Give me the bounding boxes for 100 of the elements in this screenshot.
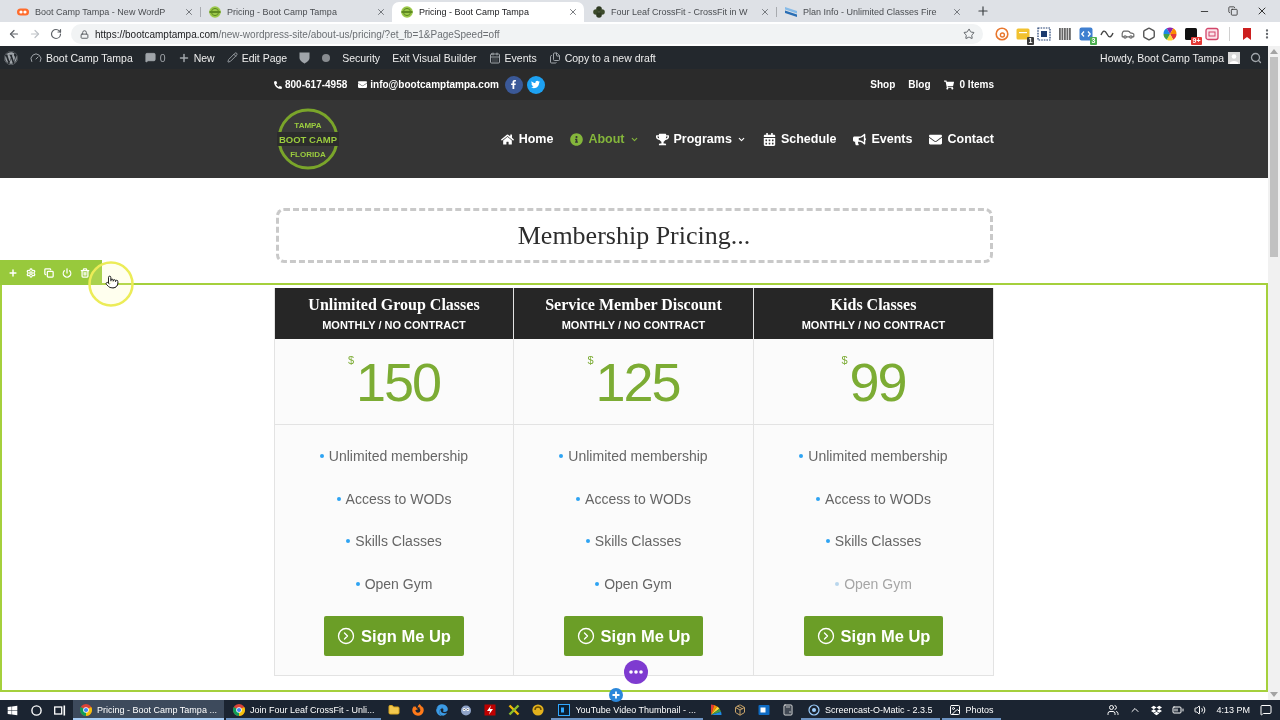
new-link[interactable]: New bbox=[177, 51, 215, 64]
nav-link[interactable]: Events bbox=[853, 132, 913, 146]
nav-link[interactable]: Contact bbox=[929, 132, 994, 146]
task-view-icon[interactable] bbox=[54, 704, 66, 716]
browser-tab[interactable]: Pricing - Boot Camp Tampa bbox=[200, 2, 392, 22]
email-link[interactable]: info@bootcamptampa.com bbox=[358, 79, 499, 90]
lightning-tile-icon[interactable] bbox=[484, 704, 497, 716]
header-link[interactable]: Shop bbox=[870, 79, 896, 90]
comment-icon bbox=[144, 52, 156, 63]
bullet-icon bbox=[835, 581, 840, 586]
bullet-icon bbox=[559, 454, 564, 459]
plan-title: Kids Classes bbox=[830, 295, 917, 315]
scrollbar[interactable] bbox=[1268, 46, 1280, 700]
taskbar-window[interactable]: Join Four Leaf CrossFit - Unli... bbox=[225, 700, 382, 720]
people-icon[interactable] bbox=[1107, 704, 1120, 716]
home-icon bbox=[500, 132, 514, 146]
megaphone-icon bbox=[853, 132, 867, 146]
page-heading: Membership Pricing... bbox=[517, 220, 751, 251]
color-wheel-icon[interactable] bbox=[1163, 27, 1177, 41]
clock-time[interactable]: 4:13 PM bbox=[1216, 705, 1250, 715]
package-icon[interactable] bbox=[734, 704, 747, 716]
notification-icon[interactable] bbox=[1260, 704, 1272, 716]
cross-icon[interactable] bbox=[508, 704, 521, 716]
address-field[interactable]: https://bootcamptampa.com/new-wordpress-site/about-us/pricing/?et_fb=1&PageSpeed=off bbox=[71, 24, 983, 44]
bookmark-icon[interactable] bbox=[1240, 27, 1254, 41]
hexagon-icon[interactable] bbox=[1142, 27, 1156, 41]
twitter-icon[interactable] bbox=[526, 75, 545, 94]
edit-page-link[interactable]: Edit Page bbox=[226, 51, 288, 64]
ring-icon[interactable] bbox=[995, 27, 1009, 41]
calculator-icon[interactable] bbox=[782, 704, 795, 716]
taskbar-window[interactable]: YouTube Video Thumbnail - ... bbox=[551, 700, 704, 720]
price-amount: 99 bbox=[849, 353, 906, 410]
dashed-square-icon[interactable] bbox=[1037, 27, 1051, 41]
search-icon[interactable] bbox=[1250, 51, 1262, 64]
search-icon[interactable] bbox=[30, 704, 42, 716]
phone-link[interactable]: 800-617-4958 bbox=[274, 79, 348, 90]
fan-icon[interactable] bbox=[710, 704, 723, 716]
taskbar-window[interactable]: Screencast-O-Matic - 2.3.5 bbox=[801, 700, 940, 720]
feature-text: Unlimited membership bbox=[328, 448, 469, 465]
avatar-icon bbox=[1228, 51, 1240, 64]
dropbox-icon[interactable] bbox=[1151, 704, 1163, 716]
plus-icon bbox=[177, 51, 190, 64]
new-tab-icon[interactable] bbox=[976, 4, 990, 18]
car-icon[interactable] bbox=[1121, 27, 1135, 41]
reload-icon[interactable] bbox=[50, 28, 62, 40]
feature-text: Open Gym bbox=[844, 575, 912, 592]
scrollbar-thumb[interactable] bbox=[1270, 57, 1278, 257]
comments-link[interactable]: 0 bbox=[144, 51, 166, 64]
square-tile-icon[interactable] bbox=[758, 704, 771, 716]
browser-tab[interactable]: Plan Info - Unlimited Classes Fire bbox=[776, 2, 968, 22]
facebook-icon[interactable] bbox=[504, 75, 523, 94]
feature-text: Skills Classes bbox=[594, 533, 682, 550]
shield-icon[interactable] bbox=[299, 51, 311, 64]
volume-icon[interactable] bbox=[1194, 704, 1207, 716]
copy-draft-link[interactable]: Copy to a new draft bbox=[548, 51, 656, 64]
feature-text: Skills Classes bbox=[834, 533, 922, 550]
calendar-icon bbox=[488, 51, 501, 64]
eyes-icon[interactable] bbox=[460, 704, 473, 716]
circle-arc-icon[interactable] bbox=[532, 704, 545, 716]
wordpress-logo-icon[interactable] bbox=[4, 50, 18, 65]
price-amount: 150 bbox=[356, 353, 441, 410]
feature-text: Access to WODs bbox=[345, 490, 452, 507]
firefox-icon[interactable] bbox=[412, 704, 425, 716]
barcode-icon[interactable] bbox=[1058, 27, 1072, 41]
battery-icon[interactable] bbox=[1172, 704, 1185, 716]
nav-link[interactable]: Programs bbox=[655, 132, 746, 146]
folder-icon[interactable] bbox=[388, 704, 401, 716]
close-icon[interactable] bbox=[1256, 5, 1268, 17]
cart-link[interactable]: 0 Items bbox=[943, 79, 994, 90]
events-link[interactable]: Events bbox=[488, 51, 537, 64]
calendar-icon bbox=[762, 132, 776, 146]
chevron-circle-icon bbox=[337, 627, 356, 645]
nav-link[interactable]: About bbox=[570, 132, 639, 146]
account-menu[interactable]: Howdy, Boot Camp Tampa bbox=[1100, 51, 1240, 64]
restore-icon[interactable] bbox=[1228, 6, 1238, 16]
back-icon[interactable] bbox=[8, 28, 20, 40]
browser-tab[interactable]: Boot Camp Tampa - New WordP bbox=[8, 2, 200, 22]
add-icon[interactable] bbox=[609, 688, 623, 702]
nav-link[interactable]: Home bbox=[500, 132, 554, 146]
browser-tab[interactable]: Pricing - Boot Camp Tampa bbox=[392, 2, 584, 22]
note-icon[interactable] bbox=[1016, 27, 1030, 41]
nav-link[interactable]: Schedule bbox=[762, 132, 837, 146]
taskbar-window[interactable]: Photos bbox=[941, 700, 1001, 720]
frame-icon[interactable] bbox=[1205, 27, 1219, 41]
bookmark-star-icon[interactable] bbox=[963, 28, 975, 40]
exit-builder-link[interactable]: Exit Visual Builder bbox=[392, 51, 477, 64]
site-name-link[interactable]: Boot Camp Tampa bbox=[30, 51, 133, 64]
more-icon[interactable] bbox=[624, 660, 648, 684]
start-icon[interactable] bbox=[6, 704, 18, 716]
header-link[interactable]: Blog bbox=[908, 79, 931, 90]
bullet-icon bbox=[319, 454, 324, 459]
taskbar-window[interactable]: Pricing - Boot Camp Tampa ... bbox=[73, 700, 224, 720]
code-icon[interactable] bbox=[1079, 27, 1093, 41]
bullet-icon bbox=[595, 581, 600, 586]
plan-title: Unlimited Group Classes bbox=[308, 295, 480, 315]
security-link[interactable]: Security bbox=[342, 51, 381, 64]
browser-tab[interactable]: Four Leaf CrossFit - CrossFit in W bbox=[584, 2, 776, 22]
edge-icon[interactable] bbox=[436, 704, 449, 716]
logo[interactable]: TAMPA BOOT CAMP FLORIDA bbox=[277, 108, 339, 170]
highlight-ring-icon bbox=[88, 261, 134, 307]
